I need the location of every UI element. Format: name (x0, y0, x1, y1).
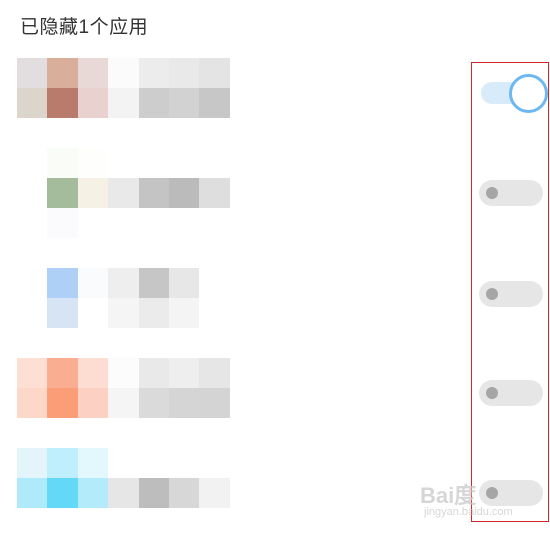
hide-app-toggle[interactable] (479, 281, 543, 307)
app-icon-and-name-blurred (17, 58, 230, 148)
app-row (0, 358, 550, 456)
toggle-knob (486, 487, 498, 499)
app-icon-and-name-blurred (17, 358, 230, 448)
toggle-knob (486, 288, 498, 300)
app-row (0, 148, 550, 246)
app-icon-and-name-blurred (17, 148, 230, 238)
app-row (0, 268, 550, 366)
hide-app-toggle[interactable] (479, 480, 543, 506)
toggle-knob (509, 74, 548, 113)
app-icon-and-name-blurred (17, 448, 230, 538)
toggle-knob (486, 387, 498, 399)
hide-app-toggle[interactable] (479, 180, 543, 206)
toggle-knob (486, 187, 498, 199)
app-icon-and-name-blurred (17, 268, 230, 358)
app-row (0, 58, 550, 156)
hidden-apps-count-title: 已隐藏1个应用 (20, 17, 149, 38)
hide-app-toggle[interactable] (479, 380, 543, 406)
baidu-watermark-site: jingyan.baidu.com (424, 506, 513, 518)
hide-app-toggle[interactable] (481, 74, 548, 113)
